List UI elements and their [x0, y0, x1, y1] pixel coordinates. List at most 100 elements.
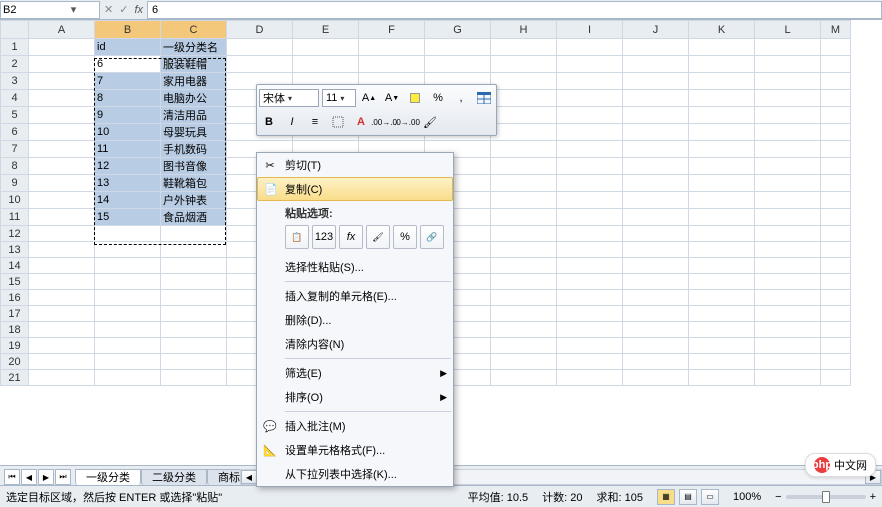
cell-J10[interactable]	[623, 192, 689, 209]
sheet-tab-1[interactable]: 二级分类	[141, 469, 207, 486]
zoom-slider[interactable]	[786, 495, 866, 499]
font-size-select[interactable]: 11▾	[322, 89, 356, 107]
cell-B8[interactable]: 12	[95, 158, 161, 175]
cell-C1[interactable]: 一级分类名	[161, 39, 227, 56]
cell-L11[interactable]	[755, 209, 821, 226]
cell-A18[interactable]	[29, 322, 95, 338]
cell-B2[interactable]: 6	[95, 56, 161, 73]
cell-A3[interactable]	[29, 73, 95, 90]
cell-K17[interactable]	[689, 306, 755, 322]
cell-C18[interactable]	[161, 322, 227, 338]
cell-B5[interactable]: 9	[95, 107, 161, 124]
cell-I19[interactable]	[557, 338, 623, 354]
cell-I3[interactable]	[557, 73, 623, 90]
cell-M5[interactable]	[821, 107, 851, 124]
cell-H18[interactable]	[491, 322, 557, 338]
col-header-E[interactable]: E	[293, 21, 359, 39]
cell-J7[interactable]	[623, 141, 689, 158]
cell-G1[interactable]	[425, 39, 491, 56]
cell-I4[interactable]	[557, 90, 623, 107]
ctx-paste-special[interactable]: 选择性粘贴(S)...	[257, 255, 453, 279]
cell-B20[interactable]	[95, 354, 161, 370]
cell-C6[interactable]: 母婴玩具	[161, 124, 227, 141]
cell-C19[interactable]	[161, 338, 227, 354]
align-center-icon[interactable]: ≡	[305, 112, 325, 132]
cell-M21[interactable]	[821, 370, 851, 386]
col-header-D[interactable]: D	[227, 21, 293, 39]
formula-input[interactable]: 6	[147, 1, 882, 19]
row-header-11[interactable]: 11	[1, 209, 29, 226]
cell-K15[interactable]	[689, 274, 755, 290]
cell-L5[interactable]	[755, 107, 821, 124]
cell-M8[interactable]	[821, 158, 851, 175]
cell-A17[interactable]	[29, 306, 95, 322]
cell-B12[interactable]	[95, 226, 161, 242]
cell-M4[interactable]	[821, 90, 851, 107]
ctx-delete[interactable]: 删除(D)...	[257, 308, 453, 332]
cell-J1[interactable]	[623, 39, 689, 56]
cell-J19[interactable]	[623, 338, 689, 354]
cell-I2[interactable]	[557, 56, 623, 73]
cell-M1[interactable]	[821, 39, 851, 56]
col-header-C[interactable]: C	[161, 21, 227, 39]
row-header-14[interactable]: 14	[1, 258, 29, 274]
cell-K4[interactable]	[689, 90, 755, 107]
decrease-decimal-icon[interactable]: .0→.00	[397, 112, 417, 132]
cell-L10[interactable]	[755, 192, 821, 209]
cell-M19[interactable]	[821, 338, 851, 354]
ctx-clear[interactable]: 清除内容(N)	[257, 332, 453, 356]
cell-J9[interactable]	[623, 175, 689, 192]
cell-L9[interactable]	[755, 175, 821, 192]
cell-J3[interactable]	[623, 73, 689, 90]
cell-I18[interactable]	[557, 322, 623, 338]
cell-C7[interactable]: 手机数码	[161, 141, 227, 158]
cell-B9[interactable]: 13	[95, 175, 161, 192]
cell-B6[interactable]: 10	[95, 124, 161, 141]
cell-A20[interactable]	[29, 354, 95, 370]
cell-J11[interactable]	[623, 209, 689, 226]
select-all-corner[interactable]	[1, 21, 29, 39]
cell-J16[interactable]	[623, 290, 689, 306]
row-header-12[interactable]: 12	[1, 226, 29, 242]
cell-C13[interactable]	[161, 242, 227, 258]
cell-A21[interactable]	[29, 370, 95, 386]
cell-K19[interactable]	[689, 338, 755, 354]
cell-H20[interactable]	[491, 354, 557, 370]
cell-I20[interactable]	[557, 354, 623, 370]
cell-K11[interactable]	[689, 209, 755, 226]
tab-last-icon[interactable]: ⏭	[55, 469, 71, 485]
cell-B17[interactable]	[95, 306, 161, 322]
page-break-view-icon[interactable]: ▭	[701, 489, 719, 505]
chevron-down-icon[interactable]: ▾	[50, 4, 97, 16]
ctx-insert-copied[interactable]: 插入复制的单元格(E)...	[257, 284, 453, 308]
cell-L6[interactable]	[755, 124, 821, 141]
cell-K8[interactable]	[689, 158, 755, 175]
cell-F2[interactable]	[359, 56, 425, 73]
cell-H14[interactable]	[491, 258, 557, 274]
col-header-F[interactable]: F	[359, 21, 425, 39]
cell-D1[interactable]	[227, 39, 293, 56]
row-header-20[interactable]: 20	[1, 354, 29, 370]
cell-J4[interactable]	[623, 90, 689, 107]
border-icon[interactable]	[328, 112, 348, 132]
cell-J18[interactable]	[623, 322, 689, 338]
cell-F1[interactable]	[359, 39, 425, 56]
cell-L4[interactable]	[755, 90, 821, 107]
cell-L20[interactable]	[755, 354, 821, 370]
name-box[interactable]: B2 ▾	[0, 1, 100, 19]
paste-link-icon[interactable]: 🔗	[420, 225, 444, 249]
cell-A8[interactable]	[29, 158, 95, 175]
cell-M20[interactable]	[821, 354, 851, 370]
ctx-sort[interactable]: 排序(O)▶	[257, 385, 453, 409]
ctx-filter[interactable]: 筛选(E)▶	[257, 361, 453, 385]
ctx-pick-from-list[interactable]: 从下拉列表中选择(K)...	[257, 462, 453, 486]
paste-values-icon[interactable]: 123	[312, 225, 336, 249]
cell-H19[interactable]	[491, 338, 557, 354]
cell-I7[interactable]	[557, 141, 623, 158]
row-header-1[interactable]: 1	[1, 39, 29, 56]
cell-L15[interactable]	[755, 274, 821, 290]
cell-B10[interactable]: 14	[95, 192, 161, 209]
cell-C10[interactable]: 户外钟表	[161, 192, 227, 209]
cell-L13[interactable]	[755, 242, 821, 258]
cell-B4[interactable]: 8	[95, 90, 161, 107]
